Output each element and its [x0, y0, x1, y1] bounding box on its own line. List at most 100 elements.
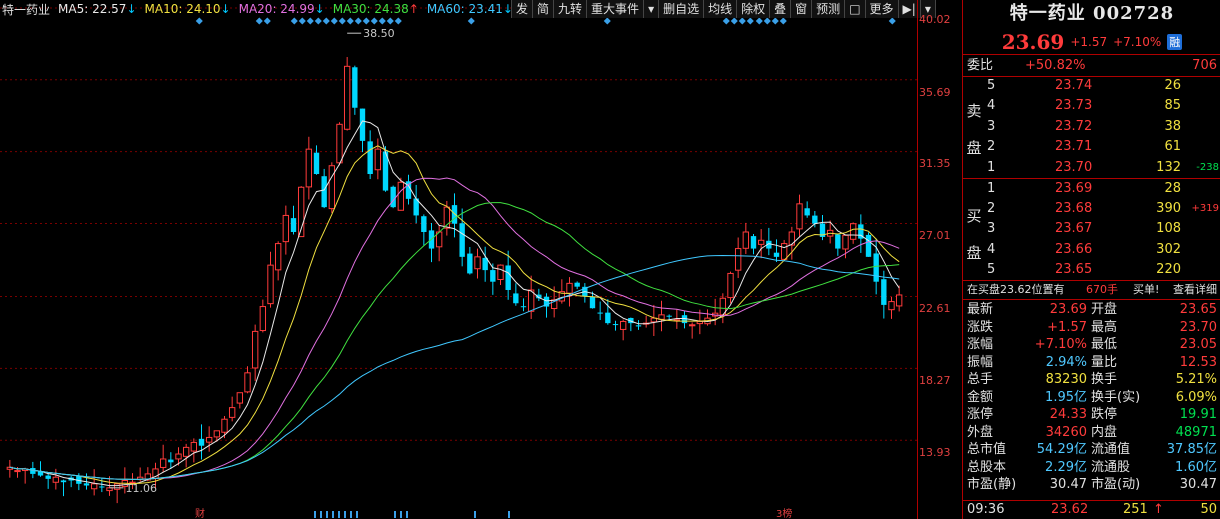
candle-body	[259, 306, 267, 332]
stat-label: 涨跌	[967, 319, 994, 335]
price-axis: 40.02 35.69 31.35 27.01 22.61 18.27 13.9…	[917, 0, 963, 519]
candle-body	[198, 438, 205, 446]
candle-body	[520, 306, 527, 308]
toolbar-jian-button[interactable]: 简	[533, 0, 555, 18]
stat-row: 最新 23.69 开盘 23.65	[963, 301, 1220, 319]
toolbar-ma-button[interactable]: 均线	[704, 0, 738, 18]
candle-body	[727, 272, 734, 299]
view-detail-link[interactable]: 查看详细	[1173, 281, 1217, 299]
stat-value: 2.29亿	[1045, 459, 1087, 475]
ask-row[interactable]: 1 23.70 132 -238	[963, 159, 1220, 177]
bid-row[interactable]: 3 23.67 108	[963, 220, 1220, 238]
ma30-label: MA30: 24.38↑	[332, 2, 419, 16]
candle-body	[113, 483, 121, 490]
stat-label: 最新	[967, 302, 994, 317]
candle-body	[45, 475, 51, 479]
candle-body	[888, 301, 895, 311]
stat-label: 涨幅	[967, 337, 994, 352]
event-diamond-icon	[322, 17, 330, 25]
candle-body	[619, 320, 627, 330]
stat-value: 23.69	[1049, 302, 1087, 317]
candle-body	[597, 312, 603, 314]
high-price-label: 38.50	[363, 27, 395, 40]
bid-row[interactable]: 5 23.65 220	[963, 261, 1220, 279]
bottom-tick-mark	[320, 511, 322, 518]
price-change-pct: +7.10%	[1113, 35, 1162, 49]
stat-label: 涨停	[967, 407, 994, 422]
candle-body	[336, 123, 343, 164]
event-diamond-icon	[306, 17, 314, 25]
stat-row: 振幅 2.94% 量比 12.53	[963, 354, 1220, 372]
candle-body	[352, 67, 358, 108]
ma5-line	[9, 120, 900, 487]
tick-volume: 251	[1123, 502, 1148, 517]
candle-body	[574, 282, 580, 287]
price-axis-tick: 18.27	[919, 374, 951, 387]
stat-value: 12.53	[1179, 354, 1217, 370]
ask-row[interactable]: 4 23.73 85	[963, 97, 1220, 115]
stat-value: 30.47	[1049, 477, 1087, 492]
price-axis-tick: 13.93	[919, 446, 951, 459]
bottom-tick-mark	[344, 511, 346, 518]
tick-up-arrow-icon: ↑	[1153, 502, 1164, 517]
candle-body	[459, 223, 465, 257]
stat-label: 换手(实)	[1091, 389, 1141, 405]
toolbar-more-button[interactable]: 更多	[866, 0, 899, 18]
ma5-label: MA5: 22.57↓	[58, 2, 137, 16]
candle-body	[90, 483, 98, 490]
candle-body	[305, 148, 313, 188]
candle-body	[282, 214, 290, 243]
kline-chart[interactable]: 38.50 11.06 财 3榜 特一药业 MA5: 22.57↓ MA10: 24.…	[0, 0, 962, 519]
stat-row: 涨跌 +1.57 最高 23.70	[963, 319, 1220, 337]
ma60-label: MA60: 23.41↓	[426, 2, 513, 16]
ask-row[interactable]: 2 23.71 61	[963, 138, 1220, 156]
toolbar-remove-watchlist-button[interactable]: 删自选	[659, 0, 705, 18]
candle-body	[750, 236, 757, 249]
bottom-tick-mark	[406, 511, 408, 518]
candle-body	[390, 186, 396, 208]
stat-label: 外盘	[967, 424, 994, 440]
event-diamond-icon	[338, 17, 346, 25]
event-diamond-icon	[738, 17, 746, 25]
toolbar-major-events-button[interactable]: 重大事件	[587, 0, 645, 18]
bottom-tick-mark	[338, 511, 340, 518]
toolbar-box-icon[interactable]: □	[845, 0, 866, 18]
candle-body	[205, 436, 213, 443]
stat-label: 跌停	[1091, 407, 1118, 422]
stat-value: 19.91	[1179, 407, 1217, 422]
ma20-label: MA20: 24.99↓	[238, 2, 325, 16]
chart-toolbar: 发 简 九转 重大事件 ▾ 删自选 均线 除权 叠 窗 预测 □ 更多 ▶| ▾	[511, 0, 936, 18]
bid-row[interactable]: 2 23.68 390 +319	[963, 200, 1220, 218]
toolbar-events-dropdown[interactable]: ▾	[644, 0, 660, 18]
tick-time: 09:36	[967, 502, 1005, 517]
toolbar-forecast-button[interactable]: 预测	[812, 0, 846, 18]
ask-row[interactable]: 5 23.74 26	[963, 77, 1220, 95]
candle-body	[612, 324, 619, 326]
event-diamond-icon	[370, 17, 378, 25]
candlestick-plot[interactable]: 38.50 11.06 财 3榜	[0, 0, 917, 519]
toolbar-fa-button[interactable]: 发	[512, 0, 534, 18]
bottom-tick-mark	[394, 511, 396, 518]
stat-label: 流通股	[1091, 459, 1131, 475]
weibi-row: 委比 +50.82% 706	[963, 57, 1220, 75]
bid-row[interactable]: 4 23.66 302	[963, 241, 1220, 259]
bid-row[interactable]: 1 23.69 28	[963, 180, 1220, 198]
ask-row[interactable]: 3 23.72 38	[963, 118, 1220, 136]
candle-body	[635, 325, 642, 327]
toolbar-exright-button[interactable]: 除权	[737, 0, 771, 18]
toolbar-window-button[interactable]: 窗	[791, 0, 813, 18]
toolbar-jiuzhuan-button[interactable]: 九转	[554, 0, 588, 18]
candle-body	[505, 265, 511, 290]
bottom-tick-mark	[508, 511, 510, 518]
stat-value: 2.94%	[1045, 354, 1087, 370]
stat-label: 换手	[1091, 372, 1118, 387]
candle-body	[267, 264, 274, 305]
candle-body	[696, 320, 704, 325]
candle-body	[313, 152, 320, 175]
stat-value: 54.29亿	[1036, 442, 1087, 457]
stat-label: 量比	[1091, 354, 1118, 370]
toolbar-overlay-button[interactable]: 叠	[770, 0, 792, 18]
stat-value: +1.57	[1047, 319, 1087, 335]
candle-body	[421, 216, 427, 232]
event-diamond-icon	[467, 17, 475, 25]
